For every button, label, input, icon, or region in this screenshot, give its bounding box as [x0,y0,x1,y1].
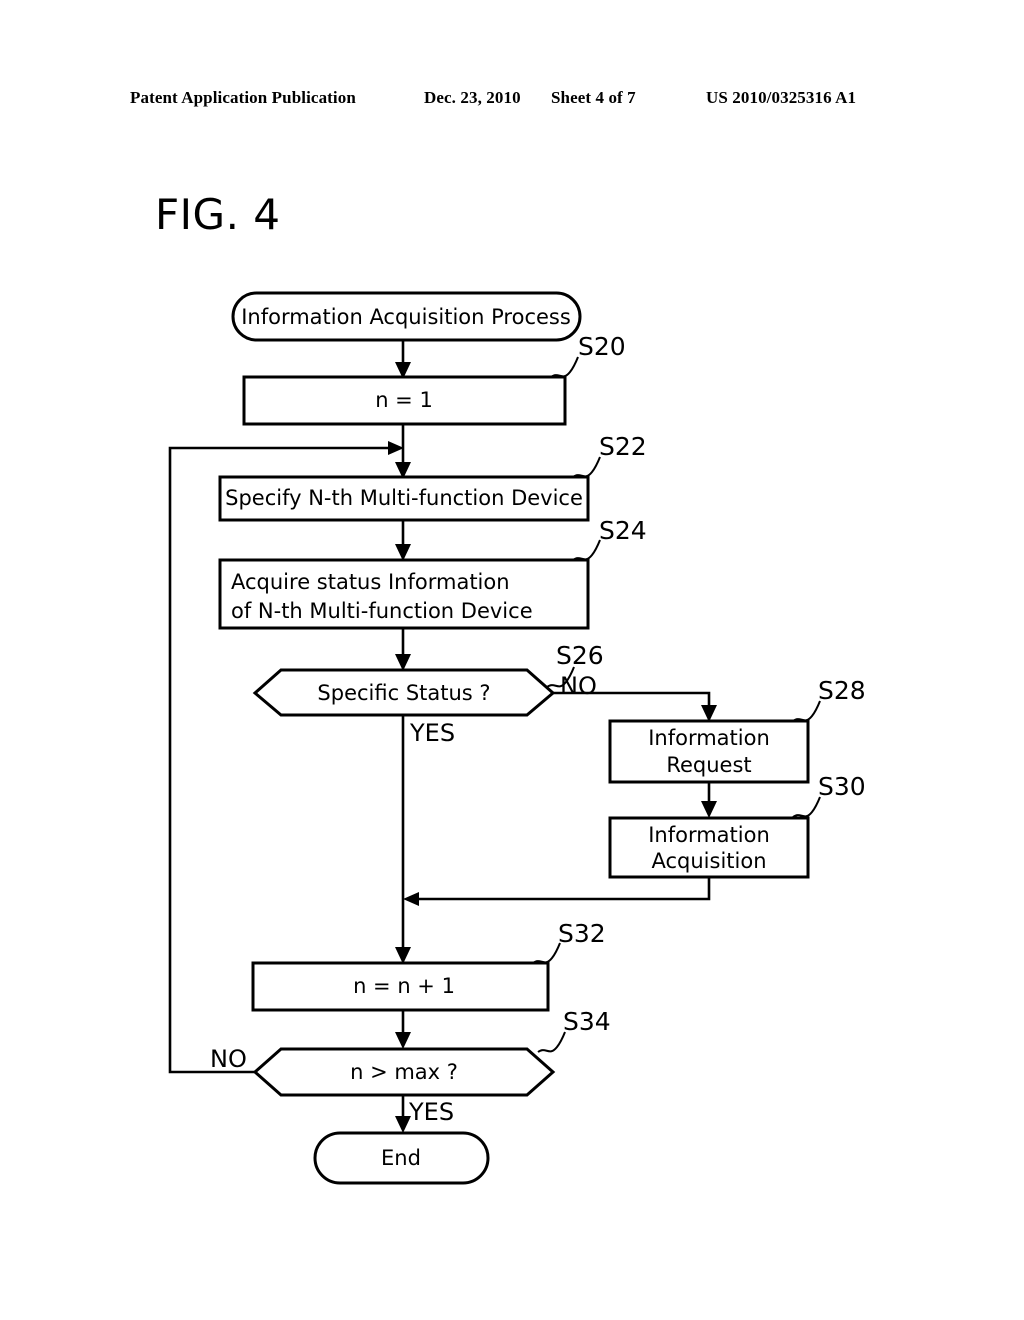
node-end-label: End [381,1146,421,1170]
node-s20-label: n = 1 [375,388,433,412]
branch-label-s34-yes: YES [408,1098,454,1126]
step-label-s20: S20 [578,332,626,361]
connector-s30-to-merge [403,877,711,906]
leader-s28 [792,700,821,722]
node-s30[interactable]: Information Acquisition [608,816,810,879]
leader-s24 [572,539,601,561]
node-s34-label: n > max ? [350,1060,458,1084]
node-s28-label-line2: Request [666,753,751,777]
node-s24-label-line2: of N-th Multi-function Device [231,599,533,623]
connector-merge-to-s32 [395,899,411,964]
step-label-s34: S34 [563,1007,611,1036]
connector-s24-to-s26 [395,628,411,671]
step-label-s24: S24 [599,516,647,545]
node-s24[interactable]: Acquire status Information of N-th Multi… [218,558,590,630]
leader-s22 [572,456,601,478]
node-s28[interactable]: Information Request [608,719,810,784]
node-s24-label-line1: Acquire status Information [231,570,510,594]
step-label-s28: S28 [818,676,866,705]
step-label-s26: S26 [556,641,604,670]
node-s22[interactable]: Specify N-th Multi-function Device [218,475,590,522]
branch-label-s34-no: NO [210,1045,247,1073]
node-s34[interactable]: n > max ? [252,1047,556,1097]
leader-s32 [532,942,561,964]
node-s32-label: n = n + 1 [353,974,455,998]
node-s30-label-line1: Information [648,823,770,847]
node-s26-label: Specific Status ? [317,681,490,705]
node-s28-label-line1: Information [648,726,770,750]
node-s20[interactable]: n = 1 [242,375,567,426]
flowchart-diagram: Information Acquisition Process n = 1 S2… [168,291,866,1185]
connector-s28-to-s30 [701,782,717,818]
step-label-s32: S32 [558,919,606,948]
step-label-s22: S22 [599,432,647,461]
leader-s34 [537,1031,566,1053]
node-end[interactable]: End [313,1131,490,1185]
leader-s20 [550,356,579,378]
step-label-s30: S30 [818,772,866,801]
leader-s30 [792,796,821,818]
node-start[interactable]: Information Acquisition Process [231,291,582,342]
node-s26[interactable]: Specific Status ? [252,668,556,717]
node-start-label: Information Acquisition Process [241,305,571,329]
connector-s22-to-s24 [395,520,411,561]
branch-label-s26-yes: YES [409,719,455,747]
branch-label-s26-no: NO [560,672,597,700]
node-s32[interactable]: n = n + 1 [251,961,550,1012]
node-s30-label-line2: Acquisition [651,849,766,873]
connector-s32-to-s34 [395,1010,411,1049]
connector-s20-to-s22 [395,424,411,479]
node-s22-label: Specify N-th Multi-function Device [225,486,583,510]
connector-start-to-s20 [395,340,411,379]
